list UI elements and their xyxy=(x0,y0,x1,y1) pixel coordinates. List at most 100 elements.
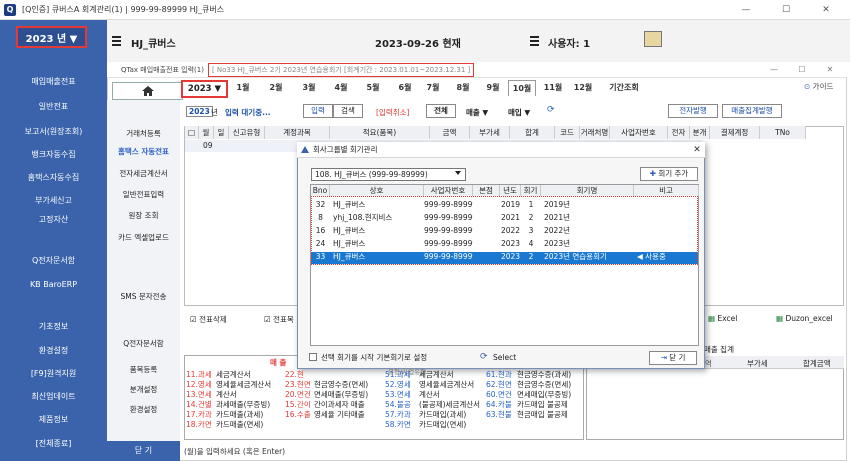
month-tab-10[interactable]: 11월 xyxy=(542,80,564,96)
term-cell-3-2[interactable]: 999-99-89999 xyxy=(424,238,473,250)
folder-image-icon[interactable] xyxy=(644,31,662,47)
term-cell-4-7[interactable]: ◀ 사용중 xyxy=(637,251,699,263)
subnav-item-3[interactable]: 일반전표입력 xyxy=(107,189,180,200)
nav-item-7[interactable]: Q전자문서함 xyxy=(0,255,107,266)
minimize-button[interactable]: — xyxy=(726,0,766,20)
term-cell-1-1[interactable]: yhj_108.현지비스 xyxy=(333,212,424,224)
close-slip-button[interactable]: 닫 기 xyxy=(107,441,180,461)
nav-item-2[interactable]: 보고서(원장조회) xyxy=(0,126,107,137)
refresh-icon[interactable]: ⟳ xyxy=(547,105,555,115)
nav-item-10[interactable]: 환경설정 xyxy=(0,345,107,356)
search-button[interactable]: 검색 xyxy=(333,104,363,118)
term-cell-1-4[interactable]: 2021 xyxy=(500,212,521,224)
input-button[interactable]: 입력 xyxy=(303,104,333,118)
dialog-close-button[interactable]: ⇥ 닫 기 xyxy=(649,351,697,365)
nav-item-13[interactable]: 제품정보 xyxy=(0,414,107,425)
slip-year-select[interactable]: 2023 ▼ xyxy=(181,80,228,98)
nav-item-14[interactable]: [전체종료] xyxy=(0,438,107,449)
sales-issue-button[interactable]: 매출집계발행 xyxy=(722,104,782,118)
subnav-item-0[interactable]: 거래처등록 xyxy=(107,128,180,139)
subnav-item-9[interactable]: 분개설정 xyxy=(107,384,180,395)
nav-item-6[interactable]: 고정자산 xyxy=(0,214,107,225)
term-cell-2-5[interactable]: 3 xyxy=(521,225,541,237)
term-cell-1-0[interactable]: 8 xyxy=(311,212,330,224)
term-cell-0-4[interactable]: 2019 xyxy=(500,199,521,211)
dialog-close-icon[interactable]: ✕ xyxy=(690,142,704,158)
nav-item-3[interactable]: 뱅크자동수집 xyxy=(0,149,107,160)
term-cell-3-4[interactable]: 2023 xyxy=(500,238,521,250)
term-cell-2-2[interactable]: 999-99-89999 xyxy=(424,225,473,237)
nav-item-4[interactable]: 홈택스자동수집 xyxy=(0,172,107,183)
nav-item-0[interactable]: 매입매출전표 xyxy=(0,76,107,87)
month-tab-6[interactable]: 7월 xyxy=(422,80,444,96)
term-cell-0-6[interactable]: 2019년 xyxy=(544,199,634,211)
excel-button[interactable]: ▦ Excel xyxy=(708,314,737,323)
close-button[interactable]: ✕ xyxy=(806,0,846,20)
term-cell-4-0[interactable]: 33 xyxy=(311,251,330,263)
home-button[interactable] xyxy=(112,82,183,100)
subnav-item-7[interactable]: Q전자문서함 xyxy=(107,338,180,349)
month-tab-4[interactable]: 5월 xyxy=(362,80,384,96)
term-cell-1-7[interactable] xyxy=(637,212,699,224)
term-cell-3-6[interactable]: 2023년 xyxy=(544,238,634,250)
company-select[interactable]: 108. HJ_큐버스 (999-99-89999) xyxy=(311,168,466,181)
term-cell-0-1[interactable]: HJ_큐버스 xyxy=(333,199,424,211)
nav-item-12[interactable]: 최신업데이트 xyxy=(0,391,107,402)
subnav-item-5[interactable]: 카드 엑셀업로드 xyxy=(107,232,180,243)
term-cell-1-5[interactable]: 2 xyxy=(521,212,541,224)
term-cell-0-5[interactable]: 1 xyxy=(521,199,541,211)
menu-icon[interactable] xyxy=(112,36,124,46)
term-cell-4-4[interactable]: 2023 xyxy=(500,251,521,263)
month-tab-7[interactable]: 8월 xyxy=(452,80,474,96)
month-tab-2[interactable]: 3월 xyxy=(298,80,320,96)
term-cell-2-0[interactable]: 16 xyxy=(311,225,330,237)
month-tab-8[interactable]: 9월 xyxy=(482,80,504,96)
term-cell-4-2[interactable]: 999-99-89999 xyxy=(424,251,473,263)
month-tab-5[interactable]: 6월 xyxy=(394,80,416,96)
term-cell-4-6[interactable]: 2023년 연습용회기 xyxy=(544,251,634,263)
term-cell-3-5[interactable]: 4 xyxy=(521,238,541,250)
cancel-input[interactable]: [입력취소] xyxy=(376,107,409,118)
nav-item-5[interactable]: 부가세신고 xyxy=(0,195,107,206)
subnav-item-8[interactable]: 품목등록 xyxy=(107,364,180,375)
select-label[interactable]: Select xyxy=(493,353,516,362)
term-cell-3-7[interactable] xyxy=(637,238,699,250)
term-cell-2-7[interactable] xyxy=(637,225,699,237)
add-term-button[interactable]: ✚ 회기 추가 xyxy=(640,167,698,181)
month-tab-3[interactable]: 4월 xyxy=(330,80,352,96)
term-cell-2-1[interactable]: HJ_큐버스 xyxy=(333,225,424,237)
subnav-item-1[interactable]: 홈택스 자동전표 xyxy=(107,146,180,157)
term-cell-3-0[interactable]: 24 xyxy=(311,238,330,250)
term-cell-3-1[interactable]: HJ_큐버스 xyxy=(333,238,424,250)
term-cell-0-0[interactable]: 32 xyxy=(311,199,330,211)
month-tab-9[interactable]: 10월 xyxy=(508,80,536,96)
slip-maximize-button[interactable]: ☐ xyxy=(788,62,816,78)
delete-slip-checkbox[interactable]: ☑ 전표삭제 xyxy=(190,314,227,325)
year-selector[interactable]: 2023 년 ▼ xyxy=(16,26,87,48)
slip-close-button[interactable]: ✕ xyxy=(816,62,844,78)
subnav-item-6[interactable]: SMS 문자전송 xyxy=(107,291,180,302)
subnav-item-10[interactable]: 환경설정 xyxy=(107,404,180,415)
term-cell-1-2[interactable]: 999-99-89999 xyxy=(424,212,473,224)
copy-slip-checkbox[interactable]: ☑ 전표복 xyxy=(264,314,294,325)
nav-item-8[interactable]: KB BaroERP xyxy=(0,280,107,289)
term-cell-2-6[interactable]: 2022년 xyxy=(544,225,634,237)
month-tab-12[interactable]: 기간조회 xyxy=(605,80,643,96)
month-tab-0[interactable]: 1월 xyxy=(232,80,254,96)
term-cell-0-7[interactable] xyxy=(637,199,699,211)
nav-item-11[interactable]: [F9]원격지원 xyxy=(0,368,107,379)
nav-item-1[interactable]: 일반전표 xyxy=(0,101,107,112)
slip-minimize-button[interactable]: — xyxy=(760,62,788,78)
nav-item-9[interactable]: 기초정보 xyxy=(0,321,107,332)
subnav-item-2[interactable]: 전자세금계산서 xyxy=(107,168,180,179)
month-tab-11[interactable]: 12월 xyxy=(572,80,594,96)
filter-all[interactable]: 전체 xyxy=(426,104,456,118)
select-icon[interactable]: ⟳ xyxy=(480,352,488,362)
chevron-down-icon[interactable] xyxy=(455,171,461,175)
e-issue-button[interactable]: 전자발행 xyxy=(668,104,718,118)
guide-button[interactable]: ⊙ 가이드 xyxy=(804,81,833,92)
month-tab-1[interactable]: 2월 xyxy=(265,80,287,96)
default-term-checkbox[interactable] xyxy=(309,353,317,361)
maximize-button[interactable]: ☐ xyxy=(766,0,806,20)
term-cell-1-6[interactable]: 2021년 xyxy=(544,212,634,224)
